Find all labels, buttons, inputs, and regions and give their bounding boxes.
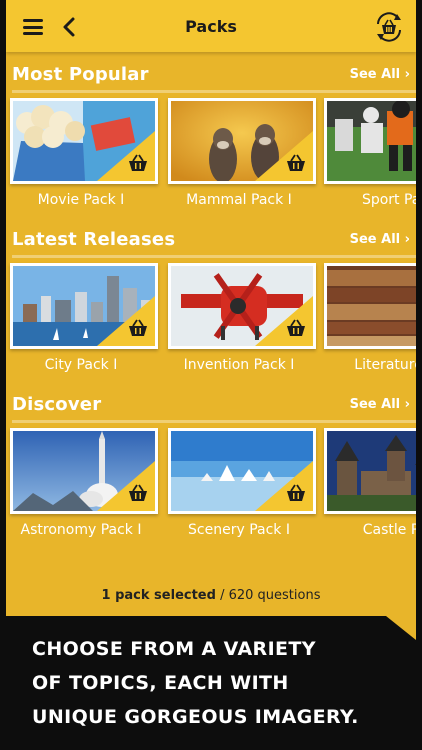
pack-label: Movie Pack I	[37, 192, 125, 208]
pack-label: City Pack I	[44, 357, 118, 373]
pack-label: Literature P	[354, 357, 416, 373]
pack-card-castle[interactable]	[324, 428, 416, 514]
packs-screen: Packs Most Popular See All › Movie Pack …	[6, 0, 416, 616]
see-all-link[interactable]: See All ›	[350, 397, 410, 412]
selection-summary: 1 pack selected / 620 questions	[6, 588, 416, 603]
see-all-link[interactable]: See All ›	[350, 67, 410, 82]
page-title: Packs	[185, 17, 237, 36]
pack-card-sport[interactable]	[324, 98, 416, 184]
pack-label: Castle Pa	[362, 522, 416, 538]
divider	[12, 90, 416, 93]
promo-line: CHOOSE FROM A VARIETY	[32, 638, 316, 660]
pack-card-literature[interactable]	[324, 263, 416, 349]
invention-image	[171, 266, 313, 346]
section-latest-releases: Latest Releases See All › City Pack I In…	[6, 227, 416, 373]
castle-image	[327, 431, 416, 511]
packs-selected-count: 1 pack selected	[101, 588, 216, 603]
pack-card-scenery[interactable]	[168, 428, 316, 514]
section-title: Latest Releases	[12, 229, 176, 250]
section-title: Most Popular	[12, 64, 149, 85]
basket-refresh-icon[interactable]	[374, 12, 404, 42]
chevron-right-icon: ›	[404, 232, 410, 247]
pack-card-astronomy[interactable]	[10, 428, 158, 514]
basket-icon[interactable]	[127, 483, 149, 503]
literature-image	[327, 266, 416, 346]
pack-card-movie[interactable]	[10, 98, 158, 184]
divider	[12, 420, 416, 423]
chevron-right-icon: ›	[404, 397, 410, 412]
astronomy-image	[13, 431, 155, 511]
chevron-right-icon: ›	[404, 67, 410, 82]
promo-line: UNIQUE GORGEOUS IMAGERY.	[32, 706, 359, 728]
basket-icon[interactable]	[285, 483, 307, 503]
pack-card-mammal[interactable]	[168, 98, 316, 184]
basket-icon[interactable]	[285, 153, 307, 173]
movie-image	[13, 101, 155, 181]
city-image	[13, 266, 155, 346]
pack-label: Astronomy Pack I	[20, 522, 142, 538]
mammal-image	[171, 101, 313, 181]
section-title: Discover	[12, 394, 102, 415]
question-count: / 620 questions	[215, 588, 321, 603]
sport-image	[327, 101, 416, 181]
see-all-link[interactable]: See All ›	[350, 232, 410, 247]
pack-label: Sport Pac	[361, 192, 416, 208]
pack-label: Mammal Pack I	[186, 192, 292, 208]
divider	[12, 255, 416, 258]
pack-label: Invention Pack I	[183, 357, 295, 373]
section-discover: Discover See All › Astronomy Pack I Scen…	[6, 392, 416, 538]
scenery-image	[171, 431, 313, 511]
nav-bar: Packs	[6, 0, 416, 52]
basket-icon[interactable]	[285, 318, 307, 338]
section-most-popular: Most Popular See All › Movie Pack I Mamm…	[6, 62, 416, 208]
pack-label: Scenery Pack I	[188, 522, 290, 538]
promo-line: OF TOPICS, EACH WITH	[32, 672, 289, 694]
promo-text: CHOOSE FROM A VARIETY OF TOPICS, EACH WI…	[32, 632, 402, 734]
basket-icon[interactable]	[127, 153, 149, 173]
pack-card-city[interactable]	[10, 263, 158, 349]
pack-card-invention[interactable]	[168, 263, 316, 349]
basket-icon[interactable]	[127, 318, 149, 338]
